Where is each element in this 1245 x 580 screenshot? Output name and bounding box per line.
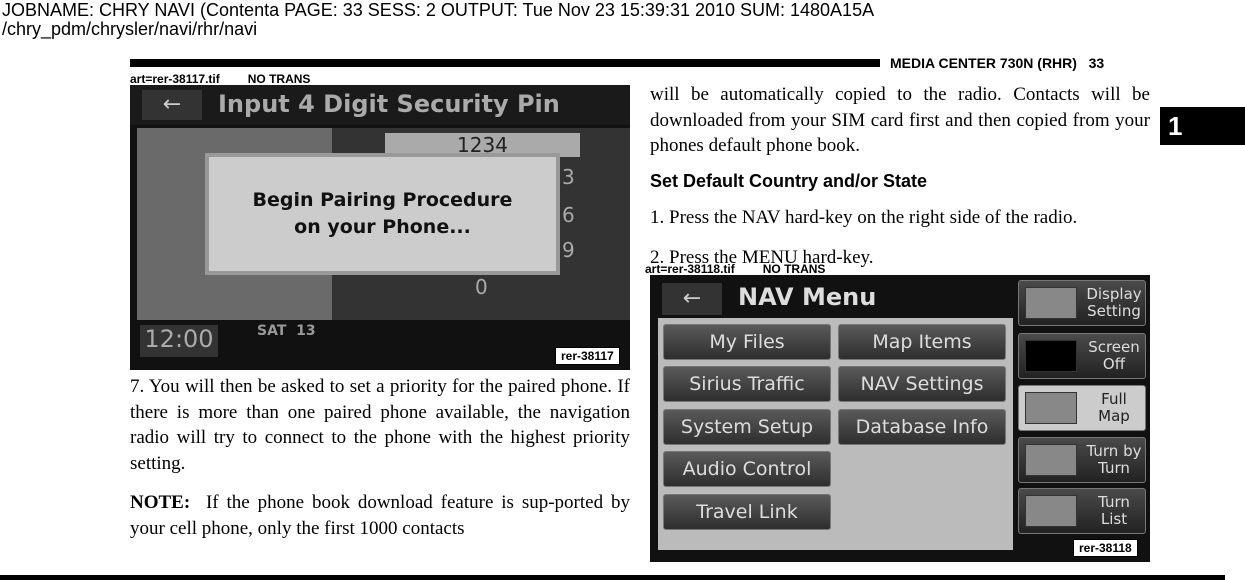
clock: 12:00 xyxy=(140,325,218,357)
menu-sirius-traffic: Sirius Traffic xyxy=(663,366,831,402)
figure1-ref: rer-38117 xyxy=(555,347,620,365)
page-number: 33 xyxy=(1088,55,1105,71)
side-display-setting: Display Setting xyxy=(1018,280,1146,326)
menu-system-setup: System Setup xyxy=(663,409,831,445)
key-9: 9 xyxy=(562,238,575,262)
job-line-2: /chry_pdm/chrysler/navi/rhr/navi xyxy=(2,19,258,39)
back-arrow-icon: ← xyxy=(662,283,722,315)
figure2-ref: rer-38118 xyxy=(1073,539,1138,557)
figure2-art-label: art=rer-38118.tif NO TRANS xyxy=(645,262,826,276)
footer-rule xyxy=(0,575,1225,580)
section-heading: Set Default Country and/or State xyxy=(650,171,928,191)
screen-title: Input 4 Digit Security Pin xyxy=(218,90,560,118)
menu-travel-link: Travel Link xyxy=(663,494,831,530)
menu-audio-control: Audio Control xyxy=(663,451,831,487)
side-turn-list: Turn List xyxy=(1018,488,1146,534)
back-arrow-icon: ← xyxy=(142,90,202,120)
chapter-tab: 1 xyxy=(1160,107,1245,145)
side-screen-off: Screen Off xyxy=(1018,333,1146,379)
screen-title: NAV Menu xyxy=(738,283,877,311)
pairing-dialog: Begin Pairing Procedure on your Phone... xyxy=(205,153,560,275)
figure1-art-label: art=rer-38117.tif NO TRANS xyxy=(130,72,311,86)
running-header: MEDIA CENTER 730N (RHR) 33 xyxy=(890,55,1104,71)
menu-my-files: My Files xyxy=(663,324,831,360)
menu-nav-settings: NAV Settings xyxy=(838,366,1006,402)
step-1: 1. Press the NAV hard-key on the right s… xyxy=(650,207,1078,228)
menu-database-info: Database Info xyxy=(838,409,1006,445)
date: SAT 13 xyxy=(257,323,316,339)
menu-map-items: Map Items xyxy=(838,324,1006,360)
note: NOTE: If the phone book download feature… xyxy=(130,492,630,539)
figure2-screenshot: ← NAV Menu My Files Map Items Sirius Tra… xyxy=(650,275,1150,562)
side-full-map-selected: Full Map xyxy=(1018,385,1146,431)
figure1-screenshot: ← Input 4 Digit Security Pin 1234 3 6 9 … xyxy=(130,85,630,370)
key-0: 0 xyxy=(475,275,488,299)
header-rule xyxy=(130,59,880,67)
job-line-1: JOBNAME: CHRY NAVI (Contenta PAGE: 33 SE… xyxy=(2,0,875,20)
side-turn-by-turn: Turn by Turn xyxy=(1018,437,1146,483)
step-7: 7. You will then be asked to set a prior… xyxy=(130,376,630,474)
continued-text: will be automatically copied to the radi… xyxy=(650,84,1150,156)
key-3: 3 xyxy=(562,165,575,189)
section-title: MEDIA CENTER 730N (RHR) xyxy=(890,55,1077,71)
key-6: 6 xyxy=(562,203,575,227)
